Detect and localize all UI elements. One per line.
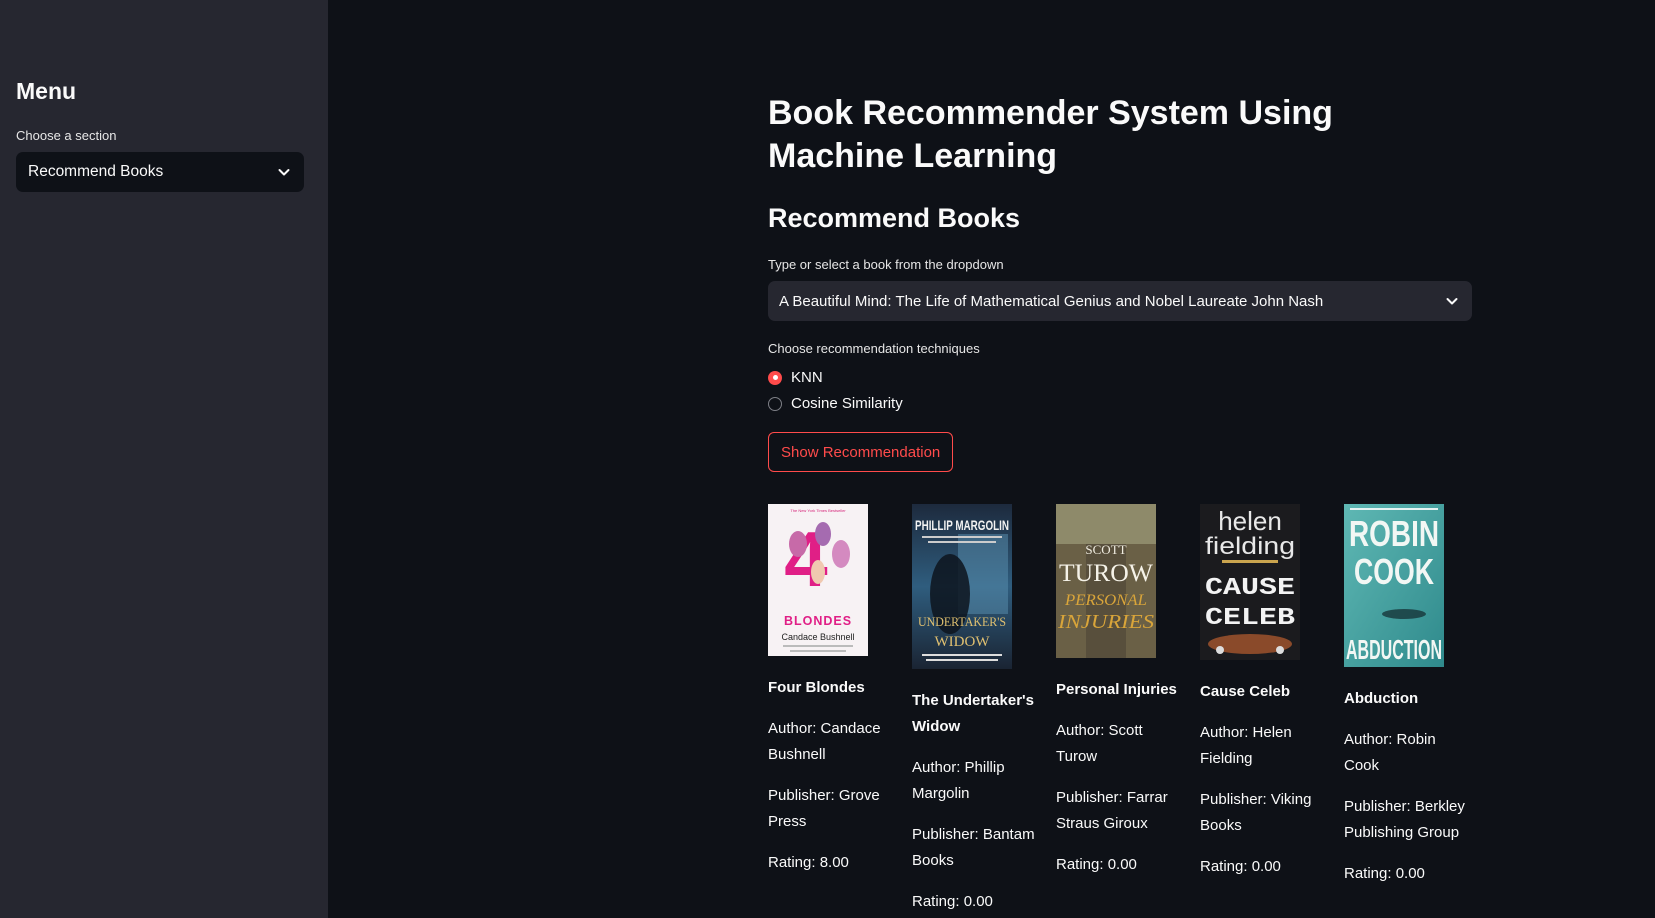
book-title: Personal Injuries xyxy=(1056,681,1177,698)
radio-selected-icon xyxy=(768,370,782,385)
book-publisher: Publisher: Berkley Publishing Group xyxy=(1344,798,1465,841)
book-title: Four Blondes xyxy=(768,679,865,696)
chevron-down-icon xyxy=(1446,298,1458,305)
book-author: Author: Candace Bushnell xyxy=(768,720,881,763)
book-cover: helen fielding CAUSE CELEB xyxy=(1200,504,1300,660)
section-select-value: Recommend Books xyxy=(28,163,164,180)
svg-text:WIDOW: WIDOW xyxy=(935,634,991,650)
show-recommendation-button[interactable]: Show Recommendation xyxy=(768,432,954,472)
book-author: Author: Robin Cook xyxy=(1344,731,1436,774)
book-cover: PHILLIP MARGOLIN UNDERTAKER'S WIDOW xyxy=(912,504,1012,669)
page-title: Book Recommender System Using Machine Le… xyxy=(768,94,1333,175)
book-cover: ROBIN COOK ABDUCTION xyxy=(1344,504,1444,667)
svg-text:INJURIES: INJURIES xyxy=(1057,611,1154,633)
book-author: Author: Helen Fielding xyxy=(1200,724,1292,767)
book-cover: SCOTT TUROW PERSONAL INJURIES xyxy=(1056,504,1156,658)
sidebar-title: Menu xyxy=(16,78,77,104)
section-select[interactable]: Recommend Books xyxy=(16,152,304,192)
book-select-label: Type or select a book from the dropdown xyxy=(768,257,1004,272)
svg-text:helen: helen xyxy=(1218,506,1282,536)
technique-label: Choose recommendation techniques xyxy=(768,341,980,356)
book-card: PHILLIP MARGOLIN UNDERTAKER'S WIDOW The … xyxy=(912,504,1040,915)
book-card: ROBIN COOK ABDUCTION Abduction Author: R… xyxy=(1344,504,1472,887)
svg-text:CELEB: CELEB xyxy=(1205,605,1295,632)
svg-text:CAUSE: CAUSE xyxy=(1205,575,1295,602)
svg-text:Candace Bushnell: Candace Bushnell xyxy=(781,632,854,642)
radio-unselected-icon xyxy=(768,396,782,411)
book-rating: Rating: 0.00 xyxy=(1200,858,1281,875)
svg-text:BLONDES: BLONDES xyxy=(784,614,852,628)
svg-text:ABDUCTION: ABDUCTION xyxy=(1346,634,1442,665)
book-publisher: Publisher: Farrar Straus Giroux xyxy=(1056,789,1168,832)
chevron-down-icon xyxy=(278,169,290,176)
section-title: Recommend Books xyxy=(768,203,1021,233)
book-author: Author: Phillip Margolin xyxy=(912,759,1005,802)
svg-text:SCOTT: SCOTT xyxy=(1085,542,1126,557)
book-title: Abduction xyxy=(1344,690,1419,707)
svg-text:UNDERTAKER'S: UNDERTAKER'S xyxy=(918,614,1006,629)
svg-text:PHILLIP MARGOLIN: PHILLIP MARGOLIN xyxy=(915,517,1009,533)
svg-text:TUROW: TUROW xyxy=(1059,560,1153,587)
book-rating: Rating: 0.00 xyxy=(1056,856,1137,873)
svg-text:COOK: COOK xyxy=(1354,551,1434,592)
book-rating: Rating: 8.00 xyxy=(768,854,849,871)
book-card: The New York Times Bestseller 4 BLONDES … xyxy=(768,504,896,876)
book-select-value: A Beautiful Mind: The Life of Mathematic… xyxy=(779,292,1324,310)
radio-knn-label: KNN xyxy=(791,369,823,386)
section-select-label: Choose a section xyxy=(16,128,117,143)
radio-cosine-label: Cosine Similarity xyxy=(791,395,903,412)
book-cover: The New York Times Bestseller 4 BLONDES … xyxy=(768,504,868,656)
radio-cosine-similarity[interactable]: Cosine Similarity xyxy=(768,395,903,412)
book-publisher: Publisher: Bantam Books xyxy=(912,826,1035,869)
book-author: Author: Scott Turow xyxy=(1056,722,1143,765)
svg-text:The New York Times Bestseller: The New York Times Bestseller xyxy=(790,508,846,513)
radio-knn[interactable]: KNN xyxy=(768,369,823,386)
main-content: Book Recommender System Using Machine Le… xyxy=(768,0,1473,918)
book-rating: Rating: 0.00 xyxy=(912,893,993,910)
book-card: helen fielding CAUSE CELEB Cause Celeb A… xyxy=(1200,504,1328,880)
sidebar: Menu Choose a section Recommend Books xyxy=(0,0,328,918)
book-publisher: Publisher: Viking Books xyxy=(1200,791,1312,834)
book-select[interactable]: A Beautiful Mind: The Life of Mathematic… xyxy=(768,281,1472,321)
book-title: The Undertaker's Widow xyxy=(912,692,1034,735)
book-card: SCOTT TUROW PERSONAL INJURIES Personal I… xyxy=(1056,504,1184,878)
book-rating: Rating: 0.00 xyxy=(1344,865,1425,882)
book-title: Cause Celeb xyxy=(1200,683,1291,700)
svg-text:fielding: fielding xyxy=(1205,533,1295,560)
svg-text:PERSONAL: PERSONAL xyxy=(1064,592,1147,609)
book-publisher: Publisher: Grove Press xyxy=(768,787,880,830)
svg-text:ROBIN: ROBIN xyxy=(1349,513,1439,554)
